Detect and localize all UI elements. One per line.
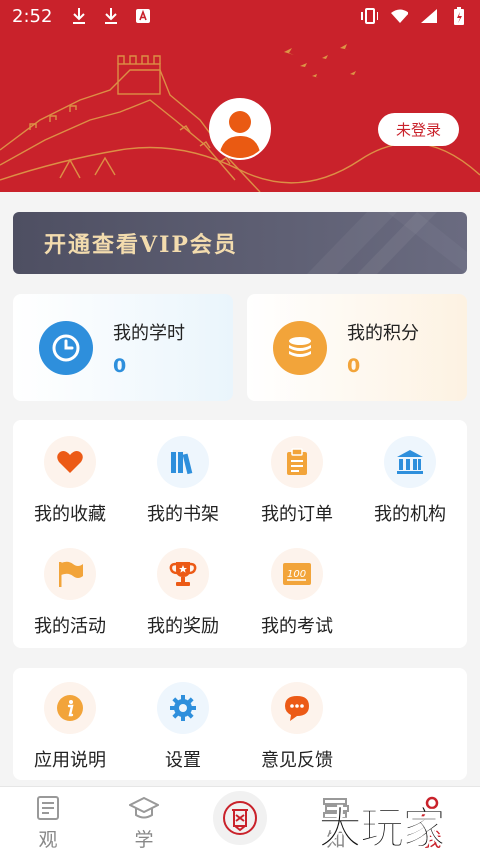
gear-icon bbox=[157, 682, 209, 734]
clock-icon bbox=[39, 320, 93, 375]
info-icon bbox=[44, 682, 96, 734]
menu-item-label: 我的活动 bbox=[34, 616, 106, 637]
chat-icon bbox=[271, 682, 323, 734]
bookshelf-icon bbox=[157, 436, 209, 488]
nav-tab-label: 学 bbox=[134, 829, 154, 851]
heart-icon bbox=[44, 436, 96, 488]
points-card[interactable]: 我的积分 0 bbox=[247, 294, 467, 401]
menu-item-institution[interactable]: 我的机构 bbox=[353, 436, 467, 526]
menu-item-label: 我的收藏 bbox=[34, 504, 106, 525]
menu-item-exams[interactable]: 100 我的考试 bbox=[240, 548, 354, 638]
wifi-icon bbox=[390, 7, 408, 25]
battery-icon bbox=[450, 7, 468, 25]
menu-item-label: 我的书架 bbox=[147, 504, 219, 525]
menu-item-settings[interactable]: 设置 bbox=[126, 682, 240, 772]
clipboard-icon bbox=[271, 436, 323, 488]
menu-item-label: 我的奖励 bbox=[147, 616, 219, 637]
study-hours-card[interactable]: 我的学时 0 bbox=[13, 294, 233, 401]
exam-icon: 100 bbox=[271, 548, 323, 600]
download-icon bbox=[70, 7, 88, 25]
study-hours-label: 我的学时 bbox=[113, 322, 185, 344]
nav-tab-study[interactable]: 学 bbox=[96, 787, 192, 853]
vip-label: 开通查看VIP会员 bbox=[44, 232, 238, 258]
status-time: 2:52 bbox=[12, 5, 53, 27]
menu-item-app-info[interactable]: 应用说明 bbox=[13, 682, 127, 772]
nav-tab-home[interactable] bbox=[213, 791, 267, 845]
study-hours-value: 0 bbox=[113, 354, 127, 377]
menu-item-orders[interactable]: 我的订单 bbox=[240, 436, 354, 526]
download-icon bbox=[102, 7, 120, 25]
my-menu-panel: 我的收藏 我的书架 我的订单 我的机构 我的活动 我的奖励 100 我的考试 bbox=[13, 420, 467, 648]
profile-header: 2:52 未登录 bbox=[0, 0, 480, 192]
graduation-cap-icon bbox=[129, 793, 159, 823]
menu-item-label: 我的考试 bbox=[261, 616, 333, 637]
menu-item-feedback[interactable]: 意见反馈 bbox=[240, 682, 354, 772]
seal-logo-icon bbox=[223, 801, 257, 835]
nav-tab-watch[interactable]: 观 bbox=[0, 787, 96, 853]
menu-item-bookshelf[interactable]: 我的书架 bbox=[126, 436, 240, 526]
status-bar: 2:52 bbox=[0, 0, 480, 32]
menu-item-label: 意见反馈 bbox=[261, 750, 333, 771]
vip-banner[interactable]: 开通查看VIP会员 bbox=[13, 212, 467, 274]
avatar[interactable] bbox=[209, 98, 271, 160]
misc-panel: 应用说明 设置 意见反馈 bbox=[13, 668, 467, 780]
vibrate-icon bbox=[360, 7, 378, 25]
menu-item-rewards[interactable]: 我的奖励 bbox=[126, 548, 240, 638]
coins-icon bbox=[273, 320, 327, 375]
institution-icon bbox=[384, 436, 436, 488]
login-button[interactable]: 未登录 bbox=[378, 113, 459, 146]
flag-icon bbox=[44, 548, 96, 600]
menu-item-label: 我的机构 bbox=[374, 504, 446, 525]
points-value: 0 bbox=[347, 354, 361, 377]
menu-item-label: 设置 bbox=[165, 750, 201, 771]
vip-decoration bbox=[307, 212, 467, 274]
notification-a-icon bbox=[134, 7, 152, 25]
user-avatar-icon bbox=[219, 111, 261, 158]
menu-item-activities[interactable]: 我的活动 bbox=[13, 548, 127, 638]
menu-item-label: 应用说明 bbox=[34, 750, 106, 771]
trophy-icon bbox=[157, 548, 209, 600]
document-icon bbox=[33, 793, 63, 823]
signal-icon bbox=[420, 7, 438, 25]
svg-text:100: 100 bbox=[287, 569, 306, 580]
menu-item-label: 我的订单 bbox=[261, 504, 333, 525]
watermark: 大玩家 bbox=[318, 803, 447, 853]
menu-item-favorites[interactable]: 我的收藏 bbox=[13, 436, 127, 526]
points-label: 我的积分 bbox=[347, 322, 419, 344]
nav-tab-label: 观 bbox=[38, 829, 58, 851]
